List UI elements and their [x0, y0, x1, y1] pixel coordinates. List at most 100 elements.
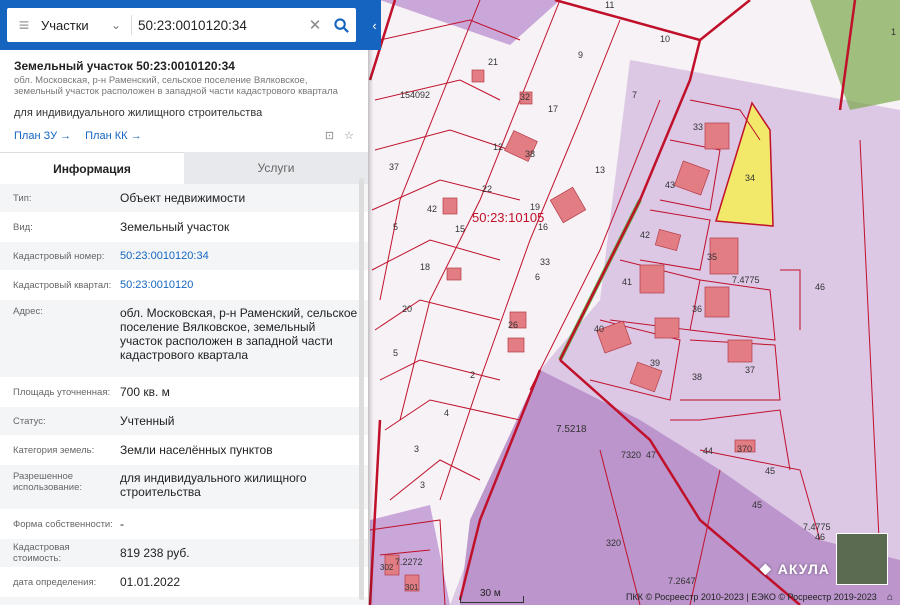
tab-services[interactable]: Услуги — [184, 152, 368, 184]
map-label: 41 — [622, 277, 632, 287]
map-label: 15 — [455, 224, 465, 234]
attribute-key: Вид: — [13, 221, 33, 233]
star-icon[interactable]: ☆ — [344, 129, 354, 142]
map-label: 3 — [414, 444, 419, 454]
attribute-key: Кадастровая стоимость: — [13, 542, 70, 564]
tabs: Информация Услуги — [0, 152, 368, 184]
map-label: 47 — [646, 450, 656, 460]
tools: ⊡ ☆ — [325, 129, 354, 142]
object-title: Земельный участок 50:23:0010120:34 — [14, 59, 235, 73]
map-label: 22 — [482, 184, 492, 194]
copyright: ПКК © Росреестр 2010-2023 | ЕЭКО © Росре… — [626, 592, 877, 602]
map-label: 370 — [737, 444, 752, 454]
map-label: 46 — [815, 282, 825, 292]
divider — [131, 15, 132, 35]
map-label: 10 — [660, 34, 670, 44]
map-label: 33 — [693, 122, 703, 132]
attribute-row: Тип: Объект недвижимости — [0, 184, 368, 213]
attribute-row: Кадастровый квартал: 50:23:0010120 — [0, 271, 368, 300]
map-label: 320 — [606, 538, 621, 548]
map-label: 7320 — [621, 450, 641, 460]
attribute-value: - — [120, 517, 124, 531]
map-label: 1 — [891, 27, 896, 37]
search-input[interactable]: 50:23:0010120:34 — [138, 18, 304, 33]
map-label: 26 — [508, 320, 518, 330]
map-label: 45 — [752, 500, 762, 510]
chevron-down-icon: ⌄ — [110, 18, 121, 32]
attribute-value: обл. Московская, р-н Раменский, сельское… — [120, 306, 358, 362]
map-label: 42 — [427, 204, 437, 214]
object-address: обл. Московская, р-н Раменский, сельское… — [14, 75, 338, 97]
map-label: 46 — [815, 532, 825, 542]
attribute-row: дата определения: 01.01.2022 — [0, 568, 368, 597]
info-panel: ≡ Участки ⌄ 50:23:0010120:34 ✕ Земельный … — [0, 0, 368, 605]
attribute-value[interactable]: 50:23:0010120 — [120, 279, 368, 291]
attribute-key: Тип: — [13, 192, 32, 204]
zoom-to-icon[interactable]: ⊡ — [325, 129, 334, 142]
search-icon[interactable] — [326, 17, 356, 33]
map-label: 32 — [520, 92, 530, 102]
map-label: 3 — [420, 480, 425, 490]
attribute-row: Кадастровая стоимость: 819 238 руб. — [0, 539, 368, 568]
attribute-value: 01.01.2022 — [120, 575, 181, 589]
map-label: 21 — [488, 57, 498, 67]
collapse-panel-button[interactable]: ‹ — [368, 0, 381, 50]
tab-info[interactable]: Информация — [0, 152, 184, 184]
attribute-key: дата определения: — [13, 576, 97, 588]
map-label: 7.4775 — [732, 275, 760, 285]
plan-zu-link[interactable]: План ЗУ → — [14, 130, 71, 142]
map-label: 35 — [707, 252, 717, 262]
map-label: 7 — [632, 90, 637, 100]
menu-icon[interactable]: ≡ — [7, 15, 41, 36]
map-label: 34 — [745, 173, 755, 183]
map-label: 7.2647 — [668, 576, 696, 586]
attribute-value: Земли населённых пунктов — [120, 443, 273, 457]
attribute-value[interactable]: 50:23:0010120:34 — [120, 250, 368, 262]
attribute-row: Кадастровый номер: 50:23:0010120:34 — [0, 242, 368, 271]
map-label: 154092 — [400, 90, 430, 100]
attribute-value: 819 238 руб. — [120, 546, 190, 560]
map-label: 45 — [765, 466, 775, 476]
attribute-row: Разрешенное использование: для индивидуал… — [0, 465, 368, 510]
map-label: 20 — [402, 304, 412, 314]
layer-select[interactable]: Участки ⌄ — [41, 18, 125, 33]
attribute-value: Земельный участок — [120, 220, 230, 234]
map-label: 5 — [393, 348, 398, 358]
attribute-key: Кадастровый номер: — [13, 250, 105, 262]
watermark: ◆ АКУЛА — [760, 560, 830, 577]
map-label: 43 — [665, 180, 675, 190]
clear-icon[interactable]: ✕ — [304, 16, 326, 34]
home-icon[interactable]: ⌂ — [887, 592, 893, 603]
layer-select-label: Участки — [41, 17, 89, 33]
basemap-thumbnail[interactable] — [836, 533, 888, 585]
akula-logo-icon: ◆ — [760, 560, 772, 576]
search-box: ≡ Участки ⌄ 50:23:0010120:34 ✕ — [7, 8, 356, 42]
object-use: для индивидуального жилищного строительс… — [14, 107, 263, 119]
attribute-value: для индивидуального жилищного строительс… — [120, 471, 307, 499]
map-label: 4 — [444, 408, 449, 418]
map-label: 5 — [393, 222, 398, 232]
map-label: 6 — [535, 272, 540, 282]
search-bar: ≡ Участки ⌄ 50:23:0010120:34 ✕ — [0, 0, 368, 50]
map-label: 42 — [640, 230, 650, 240]
attribute-table: Тип: Объект недвижимости Вид: Земельный уча… — [0, 184, 368, 605]
attribute-row: Категория земель: Земли населённых пункто… — [0, 436, 368, 465]
map-label: 17 — [548, 104, 558, 114]
attribute-key: Площадь уточненная: — [13, 386, 111, 398]
scale-label: 30 м — [480, 588, 501, 599]
attribute-key: Категория земель: — [13, 444, 95, 456]
map-label: 7.4775 — [803, 522, 831, 532]
scrollbar[interactable] — [359, 178, 364, 600]
map-label: 2 — [470, 370, 475, 380]
map-label: 39 — [650, 358, 660, 368]
attribute-key: Адрес: — [13, 306, 43, 317]
attribute-row: Вид: Земельный участок — [0, 213, 368, 242]
attribute-value: Объект недвижимости — [120, 191, 246, 205]
map-label: 37 — [745, 365, 755, 375]
watermark-text: АКУЛА — [777, 560, 830, 577]
map-label: 33 — [540, 257, 550, 267]
map-label: 37 — [389, 162, 399, 172]
plan-kk-link[interactable]: План КК → — [85, 130, 141, 142]
map-label: 301 — [405, 583, 419, 592]
attribute-row: дата утверждения:- — [0, 597, 368, 605]
